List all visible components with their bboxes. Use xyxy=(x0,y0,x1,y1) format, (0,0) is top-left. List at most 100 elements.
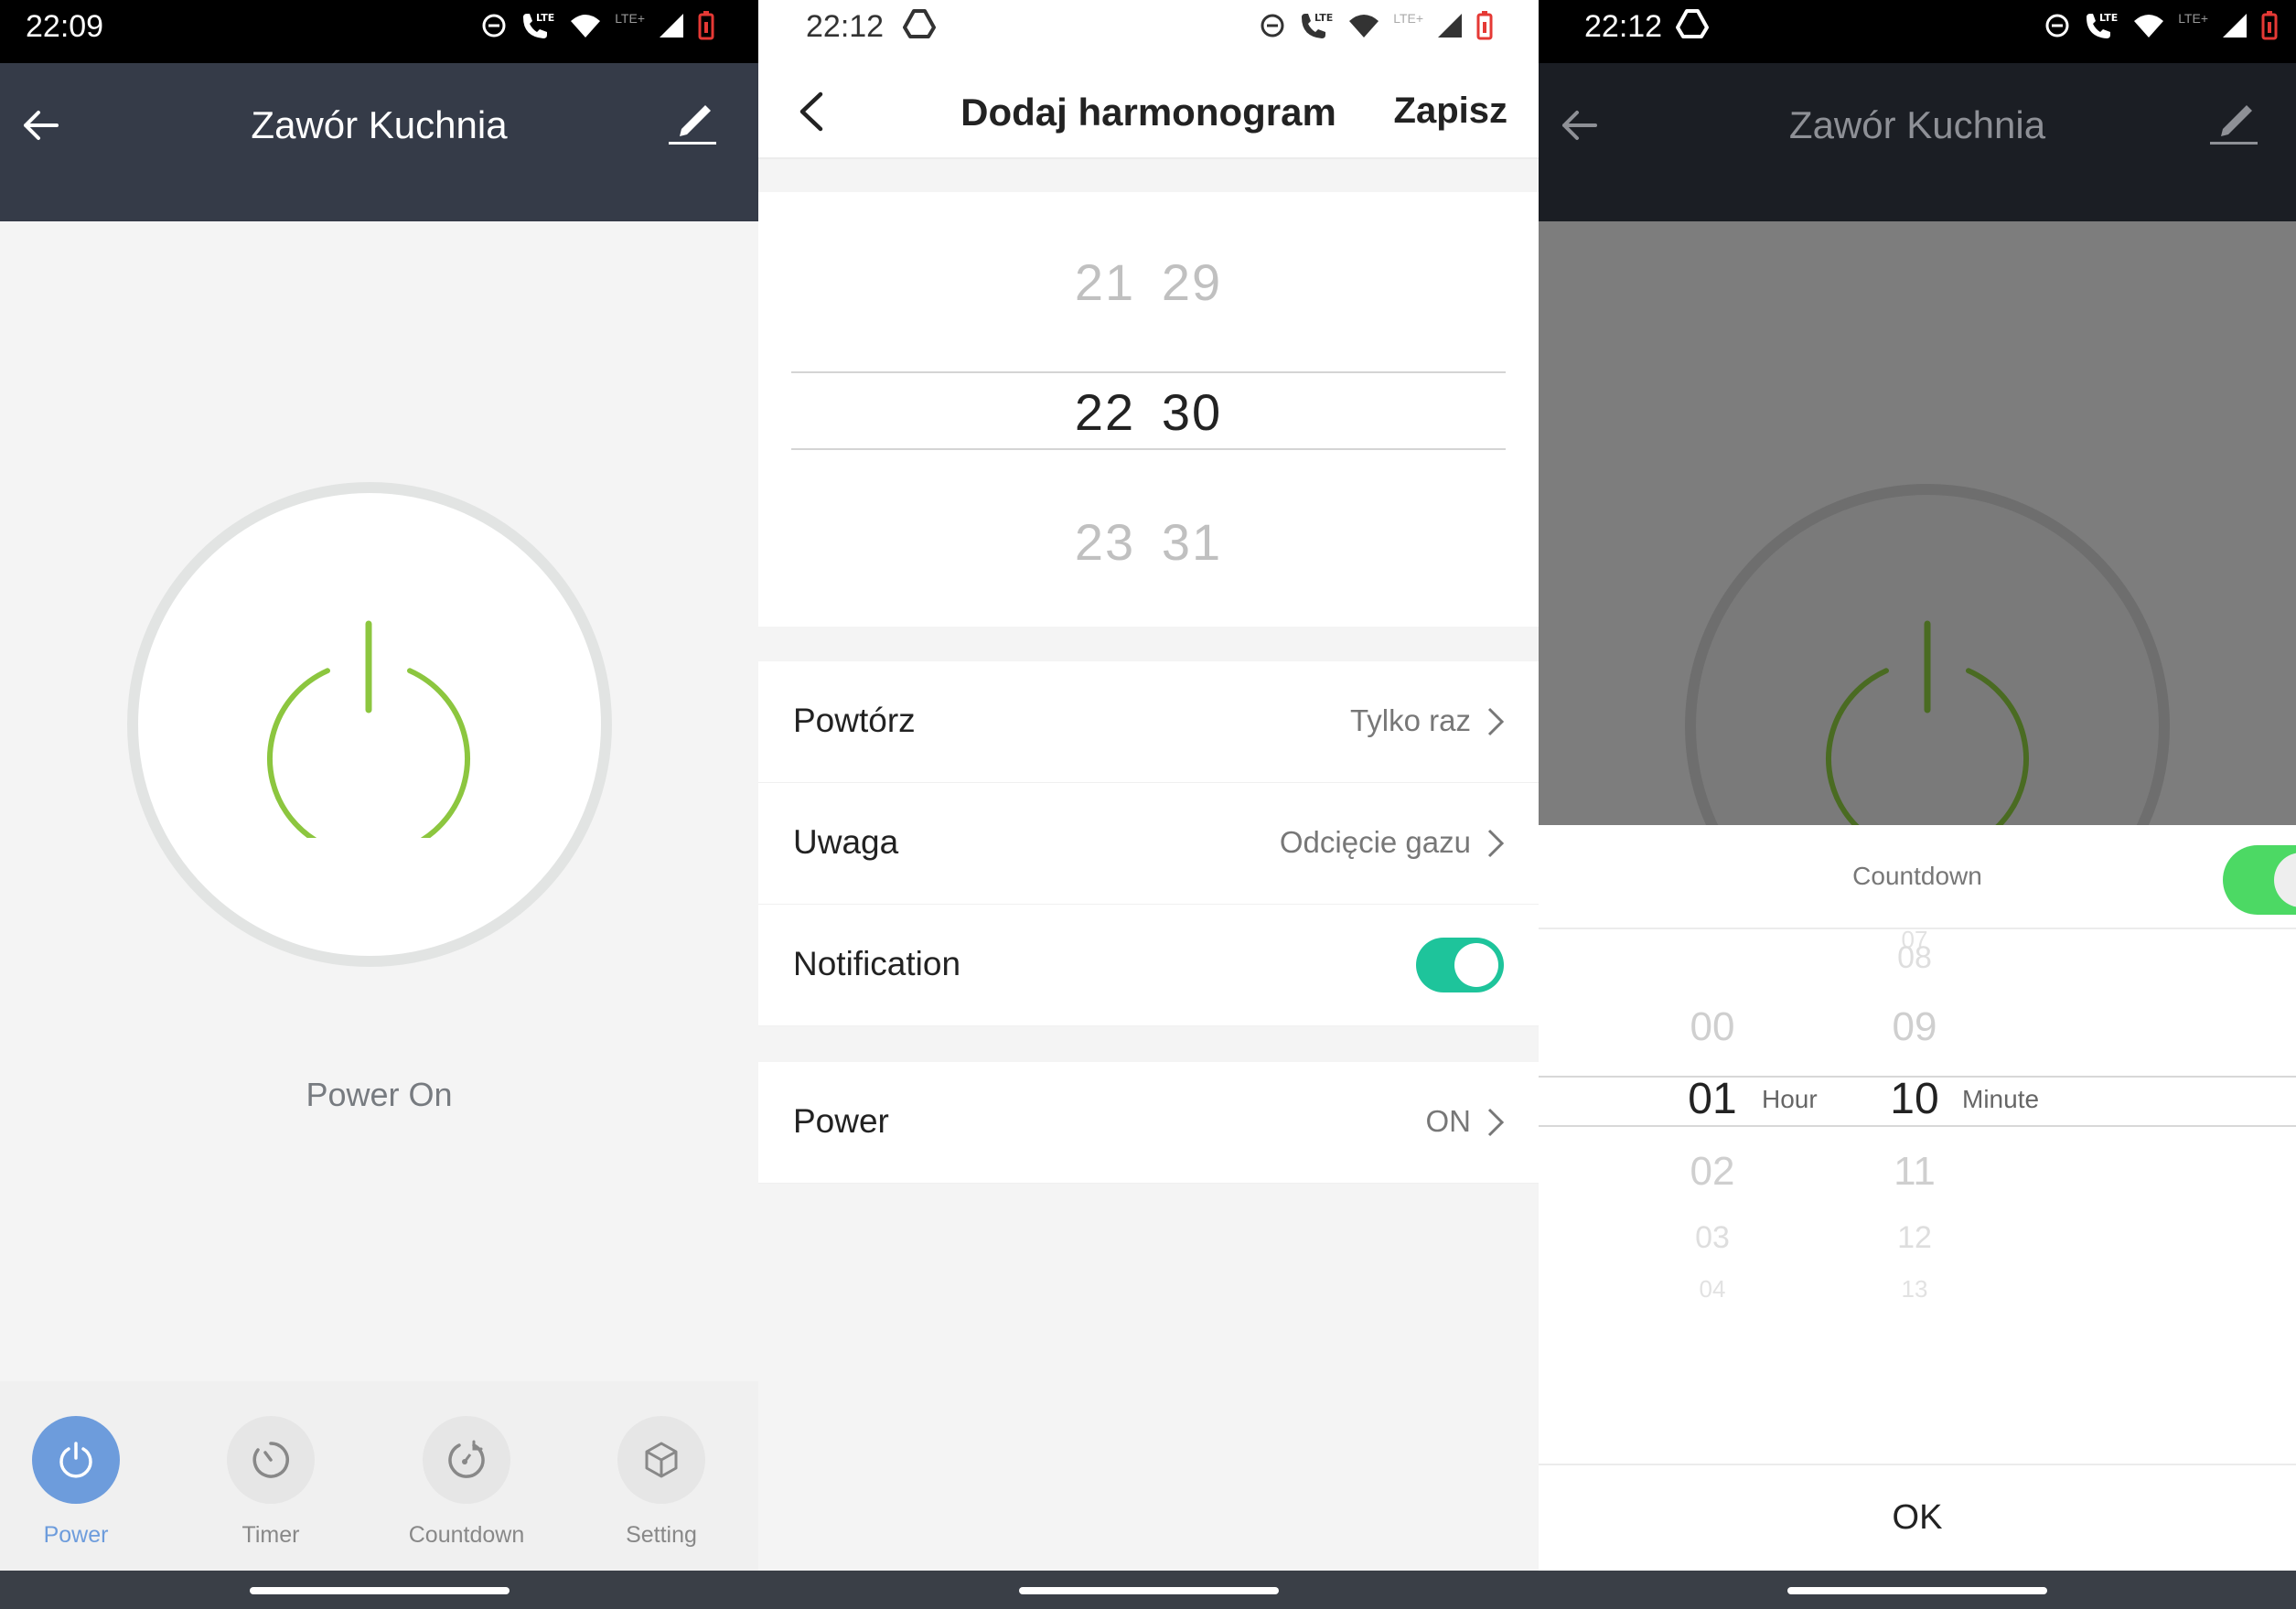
battery-low-icon xyxy=(1476,11,1493,40)
edit-pencil-icon[interactable] xyxy=(667,100,718,147)
minute-below-1[interactable]: 11 xyxy=(1873,1149,1956,1195)
picker-divider-bottom xyxy=(791,448,1506,450)
hour-selected[interactable]: 01 xyxy=(1671,1074,1754,1124)
status-icons: LTE LTE+ xyxy=(1260,7,1493,44)
bottom-tab-bar: Power Timer Countdown Setting xyxy=(0,1381,758,1571)
tab-power-label: Power xyxy=(43,1522,109,1548)
hour-above[interactable]: 00 xyxy=(1671,1004,1754,1050)
countdown-title: Countdown xyxy=(1852,862,1982,890)
system-nav-bar xyxy=(1539,1571,2296,1609)
battery-low-icon xyxy=(2261,11,2278,40)
schedule-header: Dodaj harmonogram Zapisz xyxy=(758,63,1539,159)
notification-toggle[interactable] xyxy=(1416,938,1504,992)
repeat-row[interactable]: Powtórz Tylko raz xyxy=(758,661,1539,783)
ok-button[interactable]: OK xyxy=(1539,1498,2296,1538)
hour-below-1[interactable]: 02 xyxy=(1671,1149,1754,1195)
countdown-toggle[interactable] xyxy=(2223,845,2296,915)
battery-low-icon xyxy=(698,11,714,40)
tab-setting-bubble[interactable] xyxy=(617,1416,705,1504)
tab-setting-label: Setting xyxy=(626,1522,697,1548)
setting-cube-icon xyxy=(645,1442,678,1478)
minute-selected[interactable]: 10 xyxy=(1873,1074,1956,1124)
status-time: 22:12 xyxy=(1584,9,1663,44)
tab-power[interactable]: Power xyxy=(3,1416,149,1549)
countdown-icon xyxy=(448,1440,485,1478)
volte-call-icon: LTE xyxy=(2087,12,2118,38)
home-gesture-pill[interactable] xyxy=(1018,1587,1279,1594)
svg-text:LTE: LTE xyxy=(1314,12,1333,24)
status-time: 22:12 xyxy=(806,9,885,44)
minute-above[interactable]: 09 xyxy=(1873,1004,1956,1050)
repeat-label: Powtórz xyxy=(793,702,916,739)
picker-row-next[interactable]: 23 31 xyxy=(758,512,1539,572)
hour-unit: Hour xyxy=(1762,1085,1818,1113)
countdown-sheet-header: Countdown xyxy=(1539,825,2296,929)
power-state-label: Power On xyxy=(306,1076,453,1113)
hour-below-2[interactable]: 03 xyxy=(1671,1220,1754,1256)
wifi-icon xyxy=(2134,15,2164,38)
app-bar-dimmed: Zawór Kuchnia xyxy=(1539,63,2296,221)
notification-label: Notification xyxy=(793,945,961,982)
status-icons: LTE LTE+ xyxy=(481,7,714,44)
chevron-right-icon xyxy=(1487,829,1505,858)
note-row[interactable]: Uwaga Odcięcie gazu xyxy=(758,783,1539,905)
picker-minute-prev: 29 xyxy=(1161,253,1223,311)
tab-timer-bubble[interactable] xyxy=(227,1416,315,1504)
drive-icon xyxy=(1676,9,1709,38)
power-row[interactable]: Power ON xyxy=(758,1062,1539,1184)
home-gesture-pill[interactable] xyxy=(1787,1587,2047,1594)
system-nav-bar xyxy=(758,1571,1539,1609)
save-button[interactable]: Zapisz xyxy=(1394,91,1507,132)
tab-timer[interactable]: Timer xyxy=(198,1416,344,1549)
power-value: ON xyxy=(1425,1104,1472,1138)
screen-add-schedule: 22:12 LTE LTE+ Dodaj harmonogram Zapisz … xyxy=(758,0,1539,1609)
chevron-right-icon xyxy=(1487,707,1505,736)
status-bar: 22:09 LTE LTE+ xyxy=(0,0,758,63)
minute-tiny-below: 13 xyxy=(1901,1275,1928,1303)
wifi-icon xyxy=(571,15,601,38)
status-time: 22:09 xyxy=(26,9,104,44)
note-value: Odcięcie gazu xyxy=(1279,825,1471,859)
picker-divider-top xyxy=(791,371,1506,373)
screen-power: 22:09 LTE LTE+ Zawór Kuchnia Power On Po… xyxy=(0,0,758,1609)
home-gesture-pill[interactable] xyxy=(249,1587,510,1594)
time-picker[interactable]: 21 29 22 30 23 31 xyxy=(758,192,1539,627)
ok-button-area[interactable]: OK xyxy=(1539,1464,2296,1571)
minute-unit: Minute xyxy=(1962,1085,2040,1113)
system-nav-bar xyxy=(0,1571,758,1609)
picker-row-prev[interactable]: 21 29 xyxy=(758,252,1539,312)
status-bar: 22:12 LTE LTE+ xyxy=(1539,0,2296,63)
tab-countdown-bubble[interactable] xyxy=(423,1416,510,1504)
volte-call-icon: LTE xyxy=(523,12,554,38)
tab-power-bubble[interactable] xyxy=(32,1416,120,1504)
notification-row: Notification xyxy=(758,905,1539,1026)
device-title: Zawór Kuchnia xyxy=(251,103,508,146)
countdown-wheel[interactable]: 00 01 Hour 02 03 04 07 08 09 10 Minute 1… xyxy=(1539,926,2296,1378)
lte-plus-icon: LTE+ xyxy=(615,11,645,26)
power-icon xyxy=(59,1442,92,1478)
power-label: Power xyxy=(793,1102,889,1140)
power-icon xyxy=(1826,620,2029,838)
tab-countdown[interactable]: Countdown xyxy=(393,1416,540,1549)
signal-icon xyxy=(660,14,683,38)
status-bar: 22:12 LTE LTE+ xyxy=(758,0,1539,63)
lte-plus-icon: LTE+ xyxy=(1393,11,1423,26)
power-settings-list: Power ON xyxy=(758,1062,1539,1184)
power-icon[interactable] xyxy=(259,618,478,838)
picker-hour-selected: 22 xyxy=(1074,383,1136,441)
note-label: Uwaga xyxy=(793,823,899,861)
svg-text:LTE: LTE xyxy=(536,12,554,24)
tab-setting[interactable]: Setting xyxy=(588,1416,735,1549)
lte-plus-icon: LTE+ xyxy=(2178,11,2208,26)
minute-above-2[interactable]: 08 xyxy=(1873,940,1956,976)
device-title: Zawór Kuchnia xyxy=(1788,103,2046,146)
signal-icon xyxy=(1438,14,1462,38)
picker-hour-next: 23 xyxy=(1074,513,1136,571)
minute-below-2[interactable]: 12 xyxy=(1873,1220,1956,1256)
picker-hour-prev: 21 xyxy=(1074,253,1136,311)
picker-row-selected[interactable]: 22 30 xyxy=(758,382,1539,442)
dnd-icon xyxy=(1261,14,1284,38)
toggle-knob xyxy=(2274,853,2296,907)
timer-icon xyxy=(252,1442,289,1478)
volte-call-icon: LTE xyxy=(1302,12,1333,38)
